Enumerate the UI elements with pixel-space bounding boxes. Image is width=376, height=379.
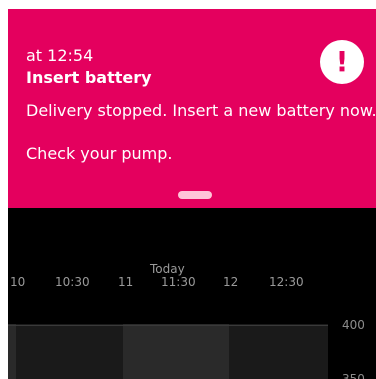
alert-notification-banner[interactable]: at 12:54 Insert battery Delivery stopped…	[8, 9, 376, 208]
alert-message: Delivery stopped. Insert a new battery n…	[26, 101, 376, 120]
alert-action-hint: Check your pump.	[26, 144, 173, 163]
timeline-block	[229, 324, 328, 379]
time-tick: 12:30	[269, 275, 304, 289]
exclamation-icon: !	[320, 40, 364, 84]
time-tick: 11	[118, 275, 134, 289]
today-label: Today	[150, 262, 185, 276]
alert-time: at 12:54	[26, 46, 94, 65]
timeline-block	[123, 324, 229, 379]
time-tick: 11:30	[161, 275, 196, 289]
timeline-chart[interactable]: Today 10 10:30 11 11:30 12 12:30 400 350	[8, 208, 376, 379]
timeline-block	[8, 324, 16, 379]
time-tick: 12	[223, 275, 239, 289]
y-axis-label: 350	[342, 372, 365, 379]
y-axis-label: 400	[342, 318, 365, 332]
time-tick: 10	[10, 275, 26, 289]
time-tick: 10:30	[55, 275, 90, 289]
drag-handle[interactable]	[178, 191, 212, 199]
alert-title: Insert battery	[26, 68, 152, 87]
timeline-block	[16, 324, 123, 379]
grid-line	[8, 325, 328, 326]
screen: at 12:54 Insert battery Delivery stopped…	[8, 9, 376, 379]
